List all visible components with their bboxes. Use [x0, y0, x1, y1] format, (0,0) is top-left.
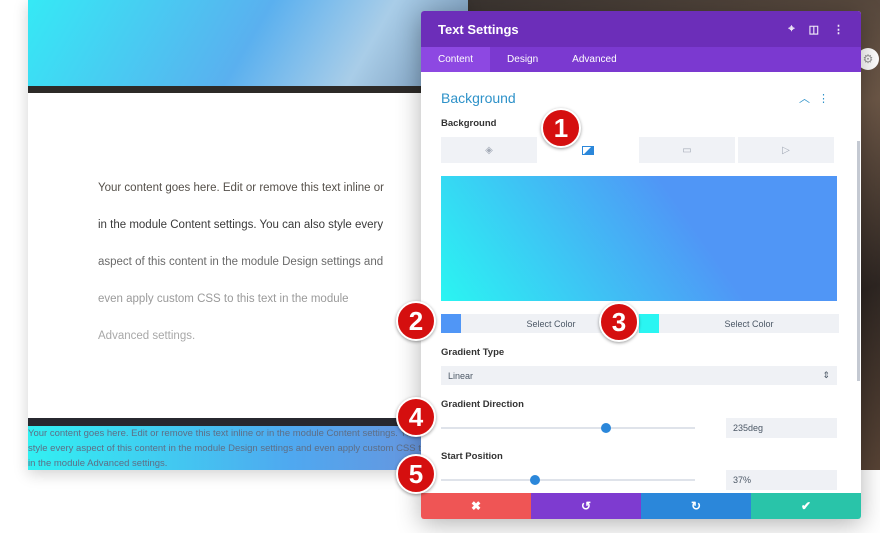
step-badge-1: 1 [541, 108, 581, 148]
text-module[interactable]: Your content goes here. Edit or remove t… [98, 170, 396, 355]
cancel-button[interactable]: ✖ [421, 493, 531, 519]
modal-header: Text Settings ⌖ ◫ ⋮ [421, 11, 861, 47]
gradient-type-label: Gradient Type [441, 347, 505, 358]
tab-content[interactable]: Content [421, 47, 491, 72]
step-badge-3: 3 [599, 302, 639, 342]
slider-handle[interactable] [529, 475, 540, 485]
modal-title: Text Settings [438, 21, 519, 37]
image-icon[interactable]: ▭ [639, 137, 738, 163]
color-icon[interactable]: ◈ [441, 137, 540, 163]
gradient-color-2[interactable]: Select Color [639, 314, 839, 333]
select-color-button[interactable]: Select Color [659, 314, 839, 333]
tab-design[interactable]: Design [490, 47, 555, 72]
hero-image [28, 0, 468, 88]
more-vertical-icon[interactable]: ⋮ [833, 23, 844, 36]
gradient-type-select[interactable]: Linear ⇕ [441, 366, 837, 385]
gradient-preview [441, 176, 837, 301]
slider-handle[interactable] [601, 423, 612, 433]
step-badge-4: 4 [396, 397, 436, 437]
focus-icon[interactable]: ⌖ [788, 23, 794, 36]
select-value: Linear [448, 370, 474, 381]
text-line: Your content goes here. Edit or remove t… [98, 182, 384, 194]
redo-button[interactable]: ↻ [641, 493, 751, 519]
start-position-slider[interactable] [441, 475, 695, 485]
save-button[interactable]: ✔ [751, 493, 861, 519]
text-settings-modal: Text Settings ⌖ ◫ ⋮ Content Design Advan… [421, 11, 861, 519]
section-header[interactable]: Background ︿ ⋮ [441, 90, 837, 106]
background-label: Background [441, 118, 497, 129]
modal-tabs: Content Design Advanced [421, 47, 861, 72]
text-line: Advanced settings. [98, 330, 196, 342]
text-line: aspect of this content in the module Des… [98, 256, 384, 268]
chevron-up-icon[interactable]: ︿ [799, 90, 810, 106]
more-vertical-icon[interactable]: ⋮ [818, 92, 829, 105]
video-icon[interactable]: ▷ [738, 137, 837, 163]
section-title: Background [441, 90, 516, 106]
color-swatch[interactable] [441, 314, 461, 333]
tab-advanced[interactable]: Advanced [555, 47, 633, 72]
undo-button[interactable]: ↺ [531, 493, 641, 519]
gradient-direction-slider[interactable] [441, 423, 695, 433]
step-badge-2: 2 [396, 301, 436, 341]
step-badge-5: 5 [396, 454, 436, 494]
page-section: Your content goes here. Edit or remove t… [28, 0, 468, 470]
gradient-direction-input[interactable]: 235deg [726, 418, 837, 438]
start-position-label: Start Position [441, 451, 503, 462]
start-position-input[interactable]: 37% [726, 470, 837, 490]
color-swatch[interactable] [639, 314, 659, 333]
text-line: even apply custom CSS to this text in th… [98, 293, 349, 305]
select-arrows-icon: ⇕ [822, 370, 830, 380]
background-type-tabs: ◈ ▭ ▷ [441, 137, 837, 163]
split-view-icon[interactable]: ◫ [809, 23, 819, 36]
divider [28, 86, 468, 93]
gradient-direction-label: Gradient Direction [441, 399, 524, 410]
scrollbar[interactable] [857, 141, 860, 381]
text-line: in the module Content settings. You can … [98, 219, 384, 231]
